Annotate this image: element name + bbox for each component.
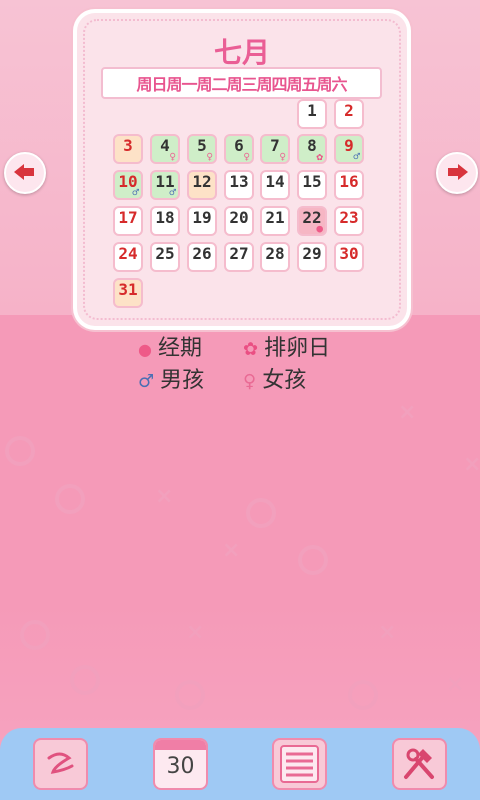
calendar-icon xyxy=(155,740,206,750)
deco-cross: × xyxy=(398,400,417,425)
settings-button[interactable] xyxy=(392,738,447,790)
day-cell[interactable]: 3 xyxy=(113,134,143,164)
record-button[interactable] xyxy=(33,738,88,790)
drop-icon: ● xyxy=(138,340,152,359)
day-cell[interactable]: 2 xyxy=(334,99,364,129)
day-cell[interactable]: 28 xyxy=(260,242,290,272)
day-cell[interactable]: 11 ♂ xyxy=(150,170,180,200)
flower-icon: ✿ xyxy=(243,339,259,360)
deco-ring xyxy=(246,498,276,528)
calendar-button[interactable]: 30 xyxy=(153,738,208,790)
day-cell[interactable]: 4 ♀ xyxy=(150,134,180,164)
day-cell[interactable]: 12 xyxy=(187,170,217,200)
weekday-header: 周日周一周二周三周四周五周六 xyxy=(101,67,382,99)
deco-cross: × xyxy=(463,452,480,477)
day-cell[interactable]: 13 xyxy=(224,170,254,200)
deco-ring xyxy=(70,665,100,695)
legend-period: ● 经期 xyxy=(138,336,202,361)
female-icon: ♀ xyxy=(169,150,176,163)
month-title: 七月 xyxy=(213,36,270,69)
list-button[interactable] xyxy=(272,738,327,790)
day-cell[interactable]: 1 xyxy=(297,99,327,129)
day-cell[interactable]: 31 xyxy=(113,278,143,308)
weekday-labels: 周日周一周二周三周四周五周六 xyxy=(136,75,347,94)
deco-ring xyxy=(5,436,35,466)
deco-ring xyxy=(55,484,85,514)
deco-cross: × xyxy=(446,672,465,697)
legend-girl: ♀ 女孩 xyxy=(243,368,307,393)
deco-ring xyxy=(298,545,328,575)
day-cell[interactable]: 15 xyxy=(297,170,327,200)
day-cell[interactable]: 22 ● xyxy=(297,206,327,236)
legend-ovulation: ✿ 排卵日 xyxy=(243,336,331,361)
deco-cross: × xyxy=(155,484,174,509)
day-cell[interactable]: 24 xyxy=(113,242,143,272)
prev-month-button[interactable] xyxy=(4,152,46,194)
list-icon xyxy=(280,745,319,783)
deco-ring xyxy=(175,680,205,710)
deco-cross: × xyxy=(222,538,241,563)
day-cell[interactable]: 9 ♂ xyxy=(334,134,364,164)
male-icon: ♂ xyxy=(138,371,155,392)
day-cell[interactable]: 29 xyxy=(297,242,327,272)
swirl-icon xyxy=(47,752,74,774)
deco-ring xyxy=(348,680,378,710)
next-month-button[interactable] xyxy=(436,152,478,194)
day-cell[interactable]: 14 xyxy=(260,170,290,200)
calendar-day-label: 30 xyxy=(166,754,195,779)
deco-cross: × xyxy=(378,620,397,645)
day-cell[interactable]: 8 ✿ xyxy=(297,134,327,164)
drop-icon: ● xyxy=(316,222,323,235)
day-cell[interactable]: 18 xyxy=(150,206,180,236)
flower-icon: ✿ xyxy=(316,150,323,163)
male-icon: ♂ xyxy=(169,186,176,199)
day-cell[interactable]: 20 xyxy=(224,206,254,236)
day-cell[interactable]: 16 xyxy=(334,170,364,200)
day-cell[interactable]: 27 xyxy=(224,242,254,272)
female-icon: ♀ xyxy=(206,150,213,163)
day-cell[interactable]: 10 ♂ xyxy=(113,170,143,200)
day-cell[interactable]: 7 ♀ xyxy=(260,134,290,164)
day-cell[interactable]: 17 xyxy=(113,206,143,236)
day-cell[interactable]: 19 xyxy=(187,206,217,236)
female-icon: ♀ xyxy=(243,371,257,392)
female-icon: ♀ xyxy=(243,150,250,163)
day-cell[interactable]: 21 xyxy=(260,206,290,236)
day-cell[interactable]: 25 xyxy=(150,242,180,272)
deco-ring xyxy=(20,620,50,650)
day-cell[interactable]: 23 xyxy=(334,206,364,236)
day-cell[interactable]: 5 ♀ xyxy=(187,134,217,164)
day-cell[interactable]: 26 xyxy=(187,242,217,272)
male-icon: ♂ xyxy=(353,150,360,163)
female-icon: ♀ xyxy=(279,150,286,163)
male-icon: ♂ xyxy=(132,186,139,199)
tools-icon xyxy=(404,748,434,779)
legend-boy: ♂ 男孩 xyxy=(138,368,205,393)
deco-cross: × xyxy=(186,620,205,645)
day-cell[interactable]: 30 xyxy=(334,242,364,272)
day-cell[interactable]: 6 ♀ xyxy=(224,134,254,164)
